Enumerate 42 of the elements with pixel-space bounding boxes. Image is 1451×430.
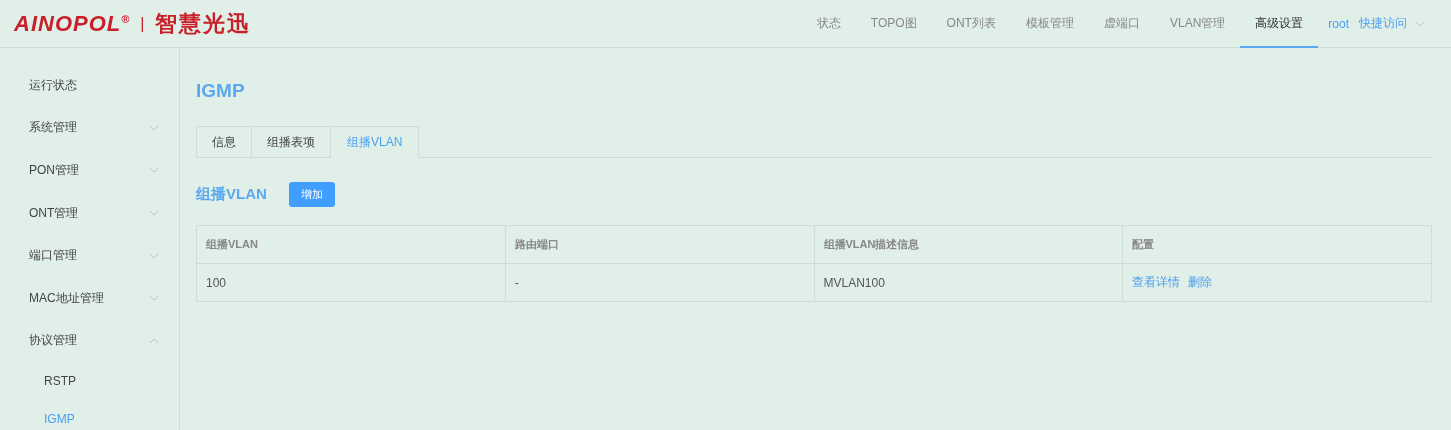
nav-tab[interactable]: TOPO图: [855, 0, 932, 48]
nav-tab[interactable]: 虚端口: [1088, 0, 1155, 48]
sidebar-subitem[interactable]: IGMP: [0, 400, 179, 430]
brand-tagline: 智慧光迅: [154, 8, 251, 38]
column-header: 组播VLAN: [196, 225, 506, 264]
sidebar-group[interactable]: ONT管理: [0, 191, 179, 235]
add-button[interactable]: 增加: [288, 181, 335, 207]
column-header: 配置: [1122, 225, 1432, 264]
sidebar-group[interactable]: MAC地址管理: [0, 276, 179, 320]
tab[interactable]: 组播VLAN: [330, 126, 420, 158]
chevron-down-icon: [1415, 20, 1425, 27]
nav-tab[interactable]: 高级设置: [1240, 0, 1319, 48]
sidebar-group[interactable]: PON管理: [0, 149, 179, 192]
user-link[interactable]: root: [1318, 0, 1359, 47]
sidebar-group[interactable]: 系统管理: [0, 106, 179, 150]
action-link[interactable]: 删除: [1188, 275, 1213, 289]
sidebar-group[interactable]: 协议管理: [0, 319, 179, 363]
table-cell: MVLAN100: [814, 263, 1123, 302]
table-cell: 100: [196, 263, 506, 302]
sidebar-group[interactable]: 端口管理: [0, 234, 179, 277]
nav-tab[interactable]: VLAN管理: [1154, 0, 1241, 48]
chevron-down-icon: [149, 295, 159, 302]
action-link[interactable]: 查看详情: [1132, 275, 1181, 289]
chevron-down-icon: [149, 252, 159, 259]
sidebar-item[interactable]: 运行状态: [0, 64, 179, 107]
nav-tab[interactable]: ONT列表: [931, 0, 1011, 48]
table-cell: -: [505, 263, 814, 302]
nav-tab[interactable]: 状态: [801, 0, 856, 48]
column-header: 路由端口: [505, 225, 814, 264]
chevron-down-icon: [149, 167, 159, 174]
brand-logo: AINOPOL$^{®}$: [14, 10, 131, 37]
chevron-up-icon: [149, 337, 159, 344]
tab[interactable]: 信息: [196, 126, 252, 157]
chevron-down-icon: [149, 124, 159, 131]
column-header: 组播VLAN描述信息: [814, 225, 1123, 264]
chevron-down-icon: [149, 210, 159, 217]
page-title: IGMP: [196, 79, 246, 103]
nav-tab[interactable]: 模板管理: [1010, 0, 1089, 48]
sidebar-subitem[interactable]: RSTP: [0, 362, 179, 401]
quick-access-menu[interactable]: 快捷访问: [1359, 15, 1407, 32]
section-title: 组播VLAN: [196, 184, 267, 204]
logo-divider: |: [140, 14, 145, 33]
